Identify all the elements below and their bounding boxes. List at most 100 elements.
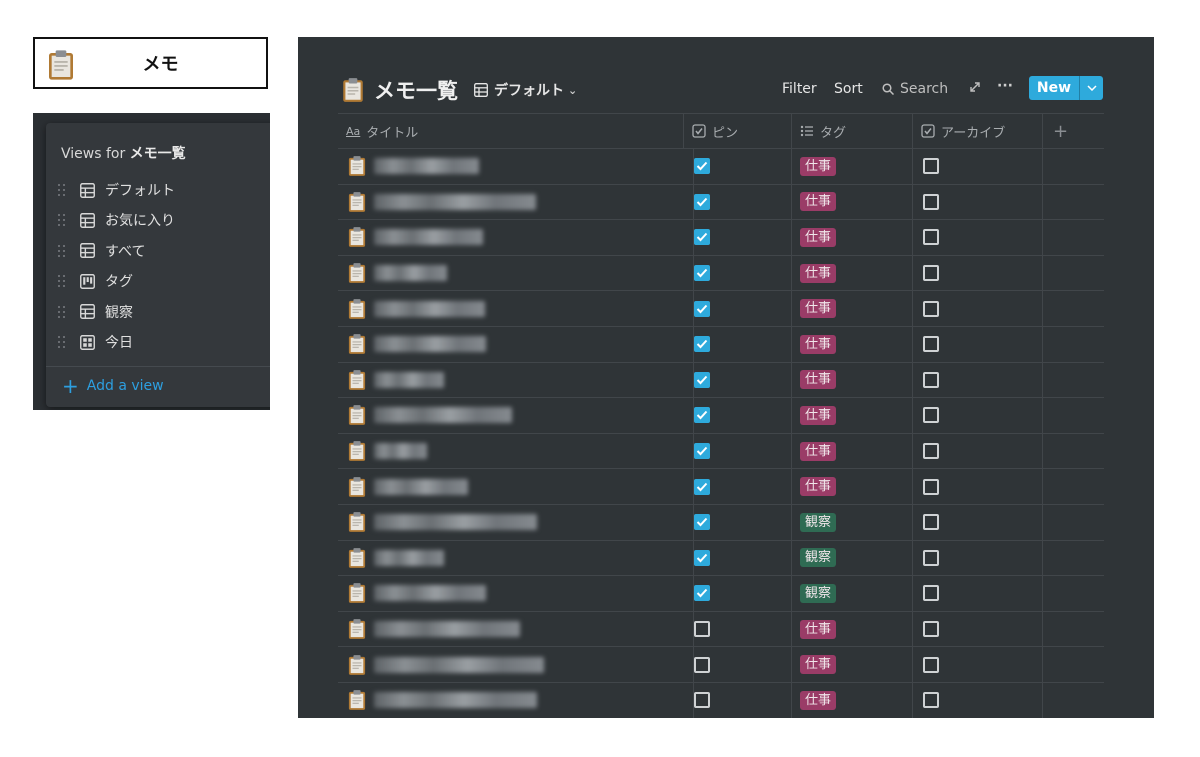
tag-cell[interactable]: 仕事 bbox=[792, 469, 913, 504]
view-item[interactable]: 今日 bbox=[56, 329, 266, 355]
table-row[interactable]: 観察 bbox=[338, 576, 1104, 612]
table-row[interactable]: 仕事 bbox=[338, 149, 1104, 185]
tag-cell[interactable]: 観察 bbox=[792, 540, 913, 576]
pin-checkbox[interactable] bbox=[694, 621, 710, 638]
archive-checkbox[interactable] bbox=[923, 265, 939, 282]
archive-checkbox[interactable] bbox=[923, 336, 939, 353]
title-cell[interactable] bbox=[338, 540, 694, 576]
tag-cell[interactable]: 仕事 bbox=[792, 184, 913, 220]
drag-handle-icon[interactable] bbox=[56, 304, 68, 320]
drag-handle-icon[interactable] bbox=[56, 212, 68, 228]
title-cell[interactable] bbox=[338, 398, 694, 433]
title-cell[interactable] bbox=[338, 504, 694, 540]
title-cell[interactable] bbox=[338, 220, 694, 255]
column-header-tag[interactable]: タグ bbox=[792, 114, 913, 148]
column-header-pin[interactable]: ピン bbox=[684, 114, 792, 148]
title-cell[interactable] bbox=[338, 611, 694, 647]
title-cell[interactable] bbox=[338, 469, 694, 504]
sort-button[interactable]: Sort bbox=[834, 81, 863, 97]
filter-button[interactable]: Filter bbox=[782, 81, 817, 97]
tag-cell[interactable]: 仕事 bbox=[792, 611, 913, 647]
archive-checkbox[interactable] bbox=[923, 229, 939, 246]
title-cell[interactable] bbox=[338, 326, 694, 362]
database-title[interactable]: メモ一覧 bbox=[374, 75, 458, 105]
archive-checkbox[interactable] bbox=[923, 158, 939, 175]
table-row[interactable]: 仕事 bbox=[338, 611, 1104, 648]
table-row[interactable]: 仕事 bbox=[338, 469, 1104, 505]
view-switcher[interactable]: デフォルト ⌄ bbox=[474, 80, 577, 100]
pin-checkbox[interactable] bbox=[694, 265, 710, 282]
title-cell[interactable] bbox=[338, 433, 694, 469]
pin-checkbox[interactable] bbox=[694, 193, 710, 210]
title-cell[interactable] bbox=[338, 184, 694, 220]
title-cell[interactable] bbox=[338, 576, 694, 611]
more-options-icon[interactable]: ··· bbox=[997, 78, 1013, 94]
archive-checkbox[interactable] bbox=[923, 656, 939, 673]
tag-cell[interactable]: 仕事 bbox=[792, 647, 913, 682]
archive-checkbox[interactable] bbox=[923, 193, 939, 210]
archive-checkbox[interactable] bbox=[923, 443, 939, 460]
tag-cell[interactable]: 観察 bbox=[792, 576, 913, 611]
pin-checkbox[interactable] bbox=[694, 656, 710, 673]
tag-cell[interactable]: 仕事 bbox=[792, 362, 913, 398]
table-row[interactable]: 観察 bbox=[338, 504, 1104, 541]
view-item[interactable]: すべて bbox=[56, 238, 266, 264]
add-column-button[interactable]: + bbox=[1043, 114, 1103, 148]
column-header-archive[interactable]: アーカイブ bbox=[913, 114, 1043, 148]
title-cell[interactable] bbox=[338, 682, 694, 718]
table-row[interactable]: 仕事 bbox=[338, 362, 1104, 399]
drag-handle-icon[interactable] bbox=[56, 182, 68, 198]
drag-handle-icon[interactable] bbox=[56, 243, 68, 259]
table-row[interactable]: 仕事 bbox=[338, 326, 1104, 363]
tag-cell[interactable]: 仕事 bbox=[792, 398, 913, 433]
view-item[interactable]: デフォルト bbox=[56, 177, 266, 203]
pin-checkbox[interactable] bbox=[694, 514, 710, 531]
view-item[interactable]: 観察 bbox=[56, 299, 266, 325]
pin-checkbox[interactable] bbox=[694, 300, 710, 317]
title-cell[interactable] bbox=[338, 291, 694, 326]
archive-checkbox[interactable] bbox=[923, 621, 939, 638]
column-header-title[interactable]: Aa タイトル bbox=[338, 114, 684, 148]
pin-checkbox[interactable] bbox=[694, 371, 710, 388]
expand-icon[interactable] bbox=[969, 81, 981, 97]
table-row[interactable]: 仕事 bbox=[338, 647, 1104, 683]
title-cell[interactable] bbox=[338, 362, 694, 398]
archive-checkbox[interactable] bbox=[923, 692, 939, 709]
search-button[interactable]: Search bbox=[882, 81, 948, 97]
tag-cell[interactable]: 仕事 bbox=[792, 291, 913, 326]
title-cell[interactable] bbox=[338, 255, 694, 291]
pin-checkbox[interactable] bbox=[694, 158, 710, 175]
tag-cell[interactable]: 観察 bbox=[792, 504, 913, 540]
archive-checkbox[interactable] bbox=[923, 549, 939, 566]
table-row[interactable]: 仕事 bbox=[338, 184, 1104, 221]
add-view-button[interactable]: + Add a view bbox=[62, 376, 164, 396]
tag-cell[interactable]: 仕事 bbox=[792, 433, 913, 469]
table-row[interactable]: 仕事 bbox=[338, 255, 1104, 292]
table-row[interactable]: 仕事 bbox=[338, 291, 1104, 327]
tag-cell[interactable]: 仕事 bbox=[792, 255, 913, 291]
table-row[interactable]: 仕事 bbox=[338, 220, 1104, 256]
table-row[interactable]: 仕事 bbox=[338, 682, 1104, 718]
drag-handle-icon[interactable] bbox=[56, 273, 68, 289]
drag-handle-icon[interactable] bbox=[56, 334, 68, 350]
title-cell[interactable] bbox=[338, 647, 694, 682]
view-item[interactable]: お気に入り bbox=[56, 207, 266, 233]
view-item[interactable]: タグ bbox=[56, 268, 266, 294]
new-button[interactable]: New bbox=[1029, 76, 1103, 100]
archive-checkbox[interactable] bbox=[923, 300, 939, 317]
pin-checkbox[interactable] bbox=[694, 692, 710, 709]
archive-checkbox[interactable] bbox=[923, 407, 939, 424]
table-row[interactable]: 仕事 bbox=[338, 433, 1104, 470]
archive-checkbox[interactable] bbox=[923, 371, 939, 388]
new-dropdown-button[interactable] bbox=[1079, 76, 1103, 100]
table-row[interactable]: 観察 bbox=[338, 540, 1104, 577]
tag-cell[interactable]: 仕事 bbox=[792, 326, 913, 362]
archive-checkbox[interactable] bbox=[923, 514, 939, 531]
tag-cell[interactable]: 仕事 bbox=[792, 149, 913, 184]
pin-checkbox[interactable] bbox=[694, 229, 710, 246]
table-row[interactable]: 仕事 bbox=[338, 398, 1104, 434]
tag-cell[interactable]: 仕事 bbox=[792, 220, 913, 255]
pin-checkbox[interactable] bbox=[694, 478, 710, 495]
pin-checkbox[interactable] bbox=[694, 585, 710, 602]
archive-checkbox[interactable] bbox=[923, 585, 939, 602]
